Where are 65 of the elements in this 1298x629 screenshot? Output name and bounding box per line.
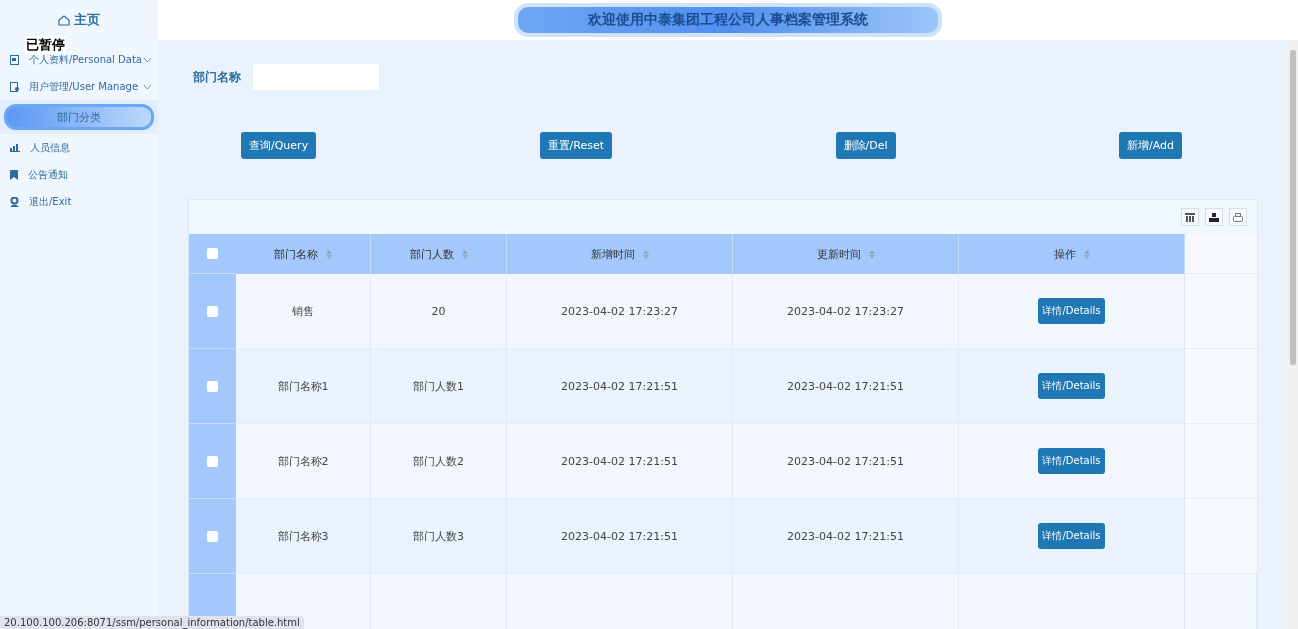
- user-icon: [10, 196, 19, 207]
- table-cell: 部门人数3: [413, 528, 464, 544]
- column-header: 部门名称: [274, 246, 318, 262]
- print-button[interactable]: [1229, 208, 1247, 226]
- column-header: 新增时间: [590, 246, 635, 262]
- table-cell: 20: [431, 304, 446, 318]
- home-link[interactable]: 主页: [74, 11, 100, 29]
- table-cell: 部门人数2: [413, 453, 464, 469]
- action-button[interactable]: 新增/Add: [1119, 132, 1182, 159]
- row-checkbox[interactable]: [207, 530, 218, 542]
- sort-icon[interactable]: [642, 249, 649, 259]
- sort-icon[interactable]: [461, 249, 468, 259]
- table-cell: 销售: [292, 303, 314, 319]
- home-icon[interactable]: [58, 14, 70, 26]
- chevron-down-icon[interactable]: [143, 83, 152, 90]
- sidebar-item[interactable]: 个人资料/Personal Data: [29, 52, 143, 67]
- row-checkbox[interactable]: [207, 305, 218, 317]
- column-header: 操作: [1053, 246, 1076, 262]
- select-all-checkbox[interactable]: [207, 248, 218, 259]
- columns-button[interactable]: [1181, 208, 1199, 226]
- chevron-down-icon[interactable]: [143, 56, 152, 63]
- table-cell: 部门名称1: [277, 378, 329, 394]
- sort-icon[interactable]: [1083, 249, 1090, 259]
- column-header: 部门人数: [409, 246, 454, 262]
- export-icon: [1209, 212, 1219, 222]
- print-icon: [1233, 212, 1243, 222]
- details-button[interactable]: 详情/Details: [1038, 373, 1105, 399]
- details-button[interactable]: 详情/Details: [1038, 448, 1105, 474]
- action-button[interactable]: 删除/Del: [835, 132, 896, 159]
- sidebar-item[interactable]: 退出/Exit: [29, 194, 152, 209]
- table-cell: 部门名称3: [277, 528, 329, 544]
- title-banner: 欢迎使用中泰集团工程公司人事档案管理系统: [514, 3, 942, 37]
- status-url: 20.100.100.206:8071/ssm/personal_information/table.html: [0, 616, 304, 629]
- bookmark-icon: [10, 169, 18, 180]
- table-cell: 2023-04-02 17:21:51: [787, 454, 904, 468]
- paused-label: 已暂停: [25, 36, 66, 54]
- scrollbar-thumb[interactable]: [1290, 50, 1296, 365]
- clipboard-icon: [10, 81, 19, 92]
- sidebar-item[interactable]: 用户管理/User Manage: [29, 79, 143, 94]
- column-header: 更新时间: [816, 246, 861, 262]
- sidebar-item[interactable]: 人员信息: [30, 140, 152, 155]
- document-icon: [10, 54, 19, 65]
- bar-chart-icon: [10, 143, 20, 152]
- table-cell: 2023-04-02 17:21:51: [561, 379, 678, 393]
- field-label: 部门名称: [193, 68, 241, 86]
- action-button[interactable]: 重置/Reset: [539, 132, 613, 159]
- sort-icon[interactable]: [868, 249, 875, 259]
- details-button[interactable]: 详情/Details: [1038, 298, 1105, 324]
- table-cell: 部门人数1: [413, 378, 464, 394]
- sidebar-item[interactable]: 公告通知: [28, 167, 152, 182]
- row-checkbox[interactable]: [207, 380, 218, 392]
- details-button[interactable]: 详情/Details: [1038, 523, 1105, 549]
- table-cell: 2023-04-02 17:21:51: [787, 529, 904, 543]
- table-cell: 2023-04-02 17:23:27: [561, 304, 678, 318]
- row-checkbox[interactable]: [207, 455, 218, 467]
- export-button[interactable]: [1205, 208, 1223, 226]
- table-cell: 2023-04-02 17:23:27: [787, 304, 904, 318]
- columns-icon: [1185, 212, 1195, 222]
- sidebar-item[interactable]: 部门分类: [4, 104, 154, 130]
- sort-icon[interactable]: [326, 249, 332, 259]
- action-button[interactable]: 查询/Query: [241, 132, 317, 159]
- table-cell: 2023-04-02 17:21:51: [787, 379, 904, 393]
- table-cell: 2023-04-02 17:21:51: [561, 529, 678, 543]
- table-cell: 2023-04-02 17:21:51: [561, 454, 678, 468]
- table-cell: 部门名称2: [277, 453, 329, 469]
